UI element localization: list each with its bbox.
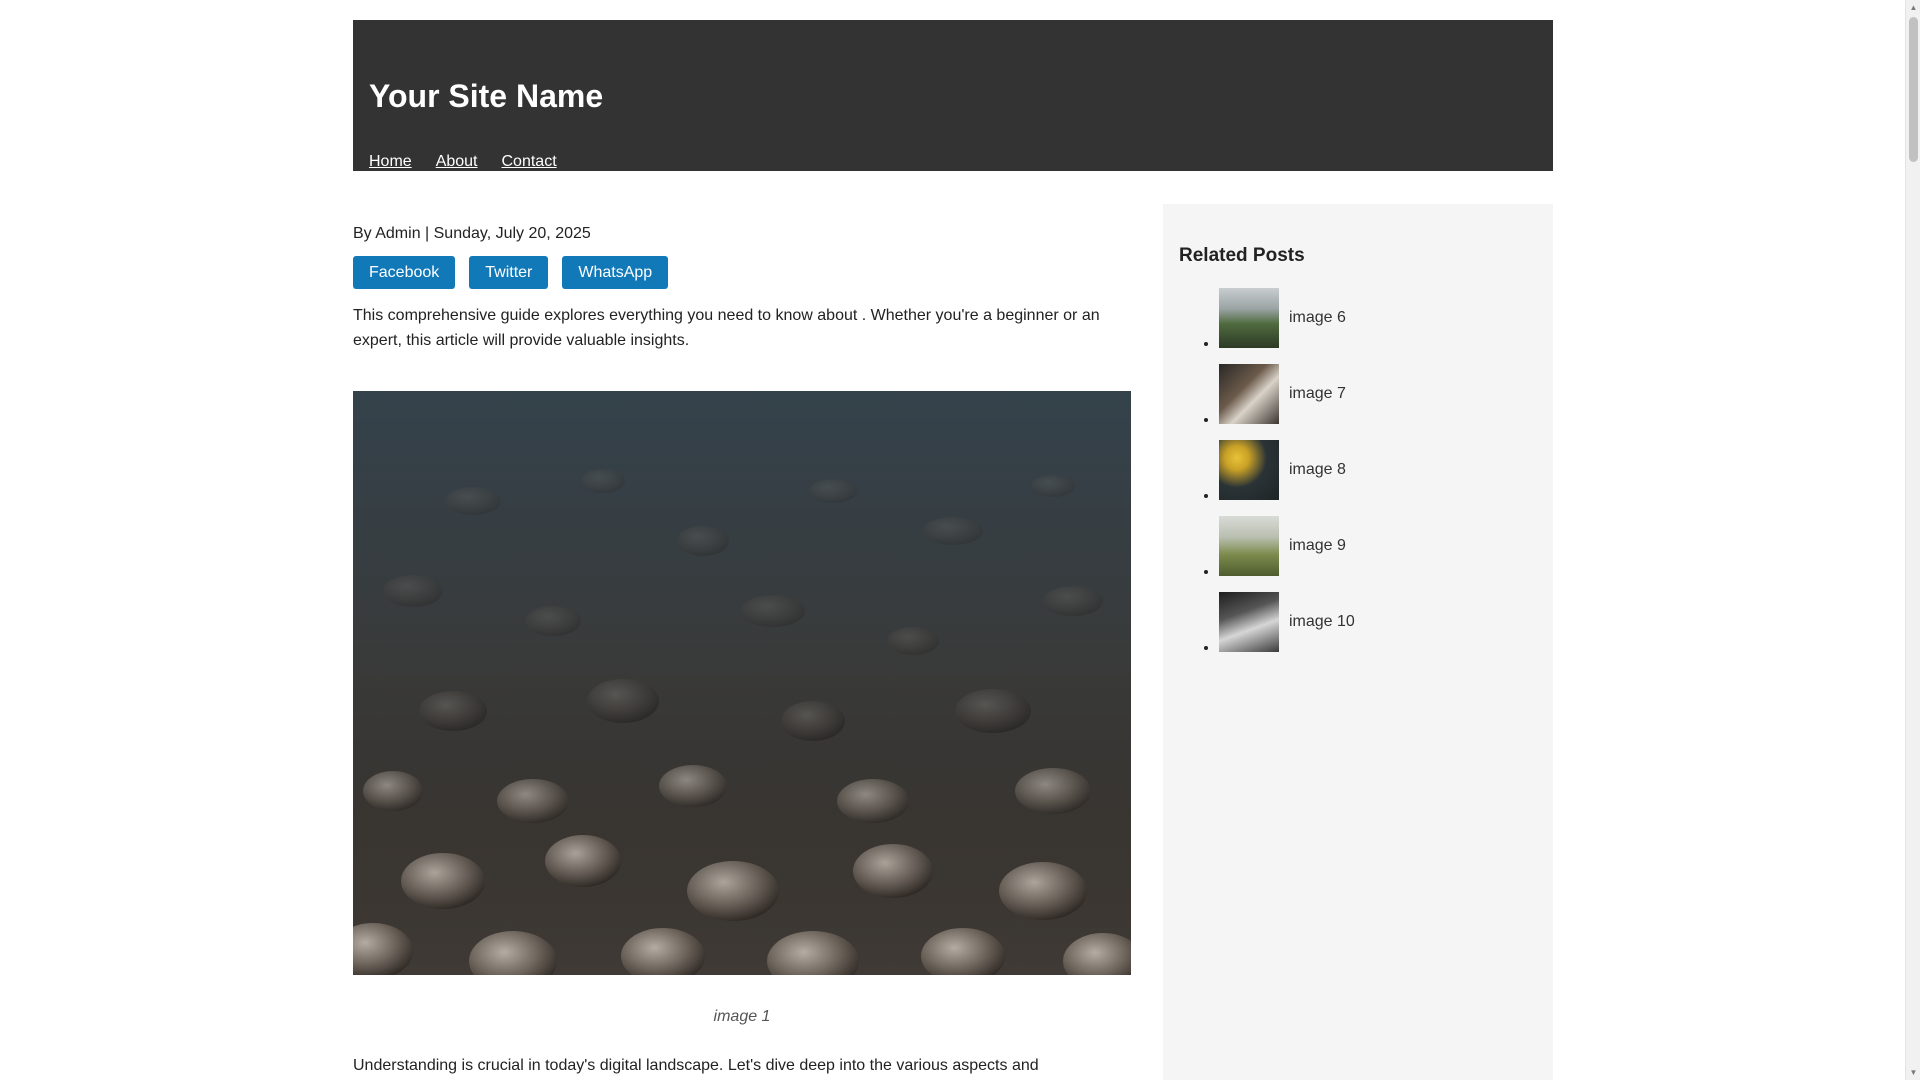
related-post-label: image 6 xyxy=(1289,309,1346,326)
related-post-label: image 9 xyxy=(1289,537,1346,554)
vertical-scrollbar[interactable]: ▲ ▼ xyxy=(1905,0,1920,1080)
related-post-link[interactable]: image 8 xyxy=(1219,440,1346,500)
scroll-down-arrow-icon[interactable]: ▼ xyxy=(1906,1065,1920,1080)
nav-link-home[interactable]: Home xyxy=(369,153,412,171)
scroll-up-arrow-icon[interactable]: ▲ xyxy=(1906,0,1920,15)
related-post-link[interactable]: image 6 xyxy=(1219,288,1346,348)
share-whatsapp-button[interactable]: WhatsApp xyxy=(562,256,669,289)
site-title[interactable]: Your Site Name xyxy=(369,80,603,112)
related-post-thumbnail xyxy=(1219,288,1279,348)
related-post-thumbnail xyxy=(1219,516,1279,576)
share-facebook-button[interactable]: Facebook xyxy=(353,256,456,289)
main-nav: Home About Contact xyxy=(369,153,557,171)
article-intro: This comprehensive guide explores everyt… xyxy=(353,307,1100,349)
related-post-thumbnail xyxy=(1219,440,1279,500)
related-post-item: image 10 xyxy=(1219,592,1537,668)
share-twitter-button[interactable]: Twitter xyxy=(469,256,549,289)
share-buttons: Facebook Twitter WhatsApp xyxy=(353,256,1131,289)
nav-link-contact[interactable]: Contact xyxy=(502,153,557,171)
related-post-item: image 7 xyxy=(1219,364,1537,440)
related-post-thumbnail xyxy=(1219,592,1279,652)
related-post-thumbnail xyxy=(1219,364,1279,424)
hero-rocks-illustration xyxy=(353,391,1131,975)
related-post-link[interactable]: image 7 xyxy=(1219,364,1346,424)
sidebar: Related Posts image 6 image 7 image 8 xyxy=(1163,204,1553,1080)
page: Your Site Name Home About Contact By Adm… xyxy=(0,0,1920,1080)
related-post-item: image 9 xyxy=(1219,516,1537,592)
related-post-label: image 10 xyxy=(1289,613,1355,630)
post-meta: By Admin | Sunday, July 20, 2025 xyxy=(353,225,591,242)
hero-caption: image 1 xyxy=(713,1008,771,1025)
related-post-label: image 8 xyxy=(1289,461,1346,478)
related-posts-list: image 6 image 7 image 8 image 9 xyxy=(1179,288,1537,668)
article-body: Understanding is crucial in today's digi… xyxy=(353,1057,1039,1074)
article: By Admin | Sunday, July 20, 2025 Faceboo… xyxy=(353,206,1131,1078)
related-post-link[interactable]: image 9 xyxy=(1219,516,1346,576)
nav-link-about[interactable]: About xyxy=(436,153,478,171)
site-header: Your Site Name Home About Contact xyxy=(353,20,1553,171)
scrollbar-thumb[interactable] xyxy=(1909,17,1918,162)
related-post-item: image 8 xyxy=(1219,440,1537,516)
related-post-label: image 7 xyxy=(1289,385,1346,402)
related-posts-title: Related Posts xyxy=(1179,245,1305,266)
related-post-link[interactable]: image 10 xyxy=(1219,592,1355,652)
related-post-item: image 6 xyxy=(1219,288,1537,364)
hero-image xyxy=(353,391,1131,975)
